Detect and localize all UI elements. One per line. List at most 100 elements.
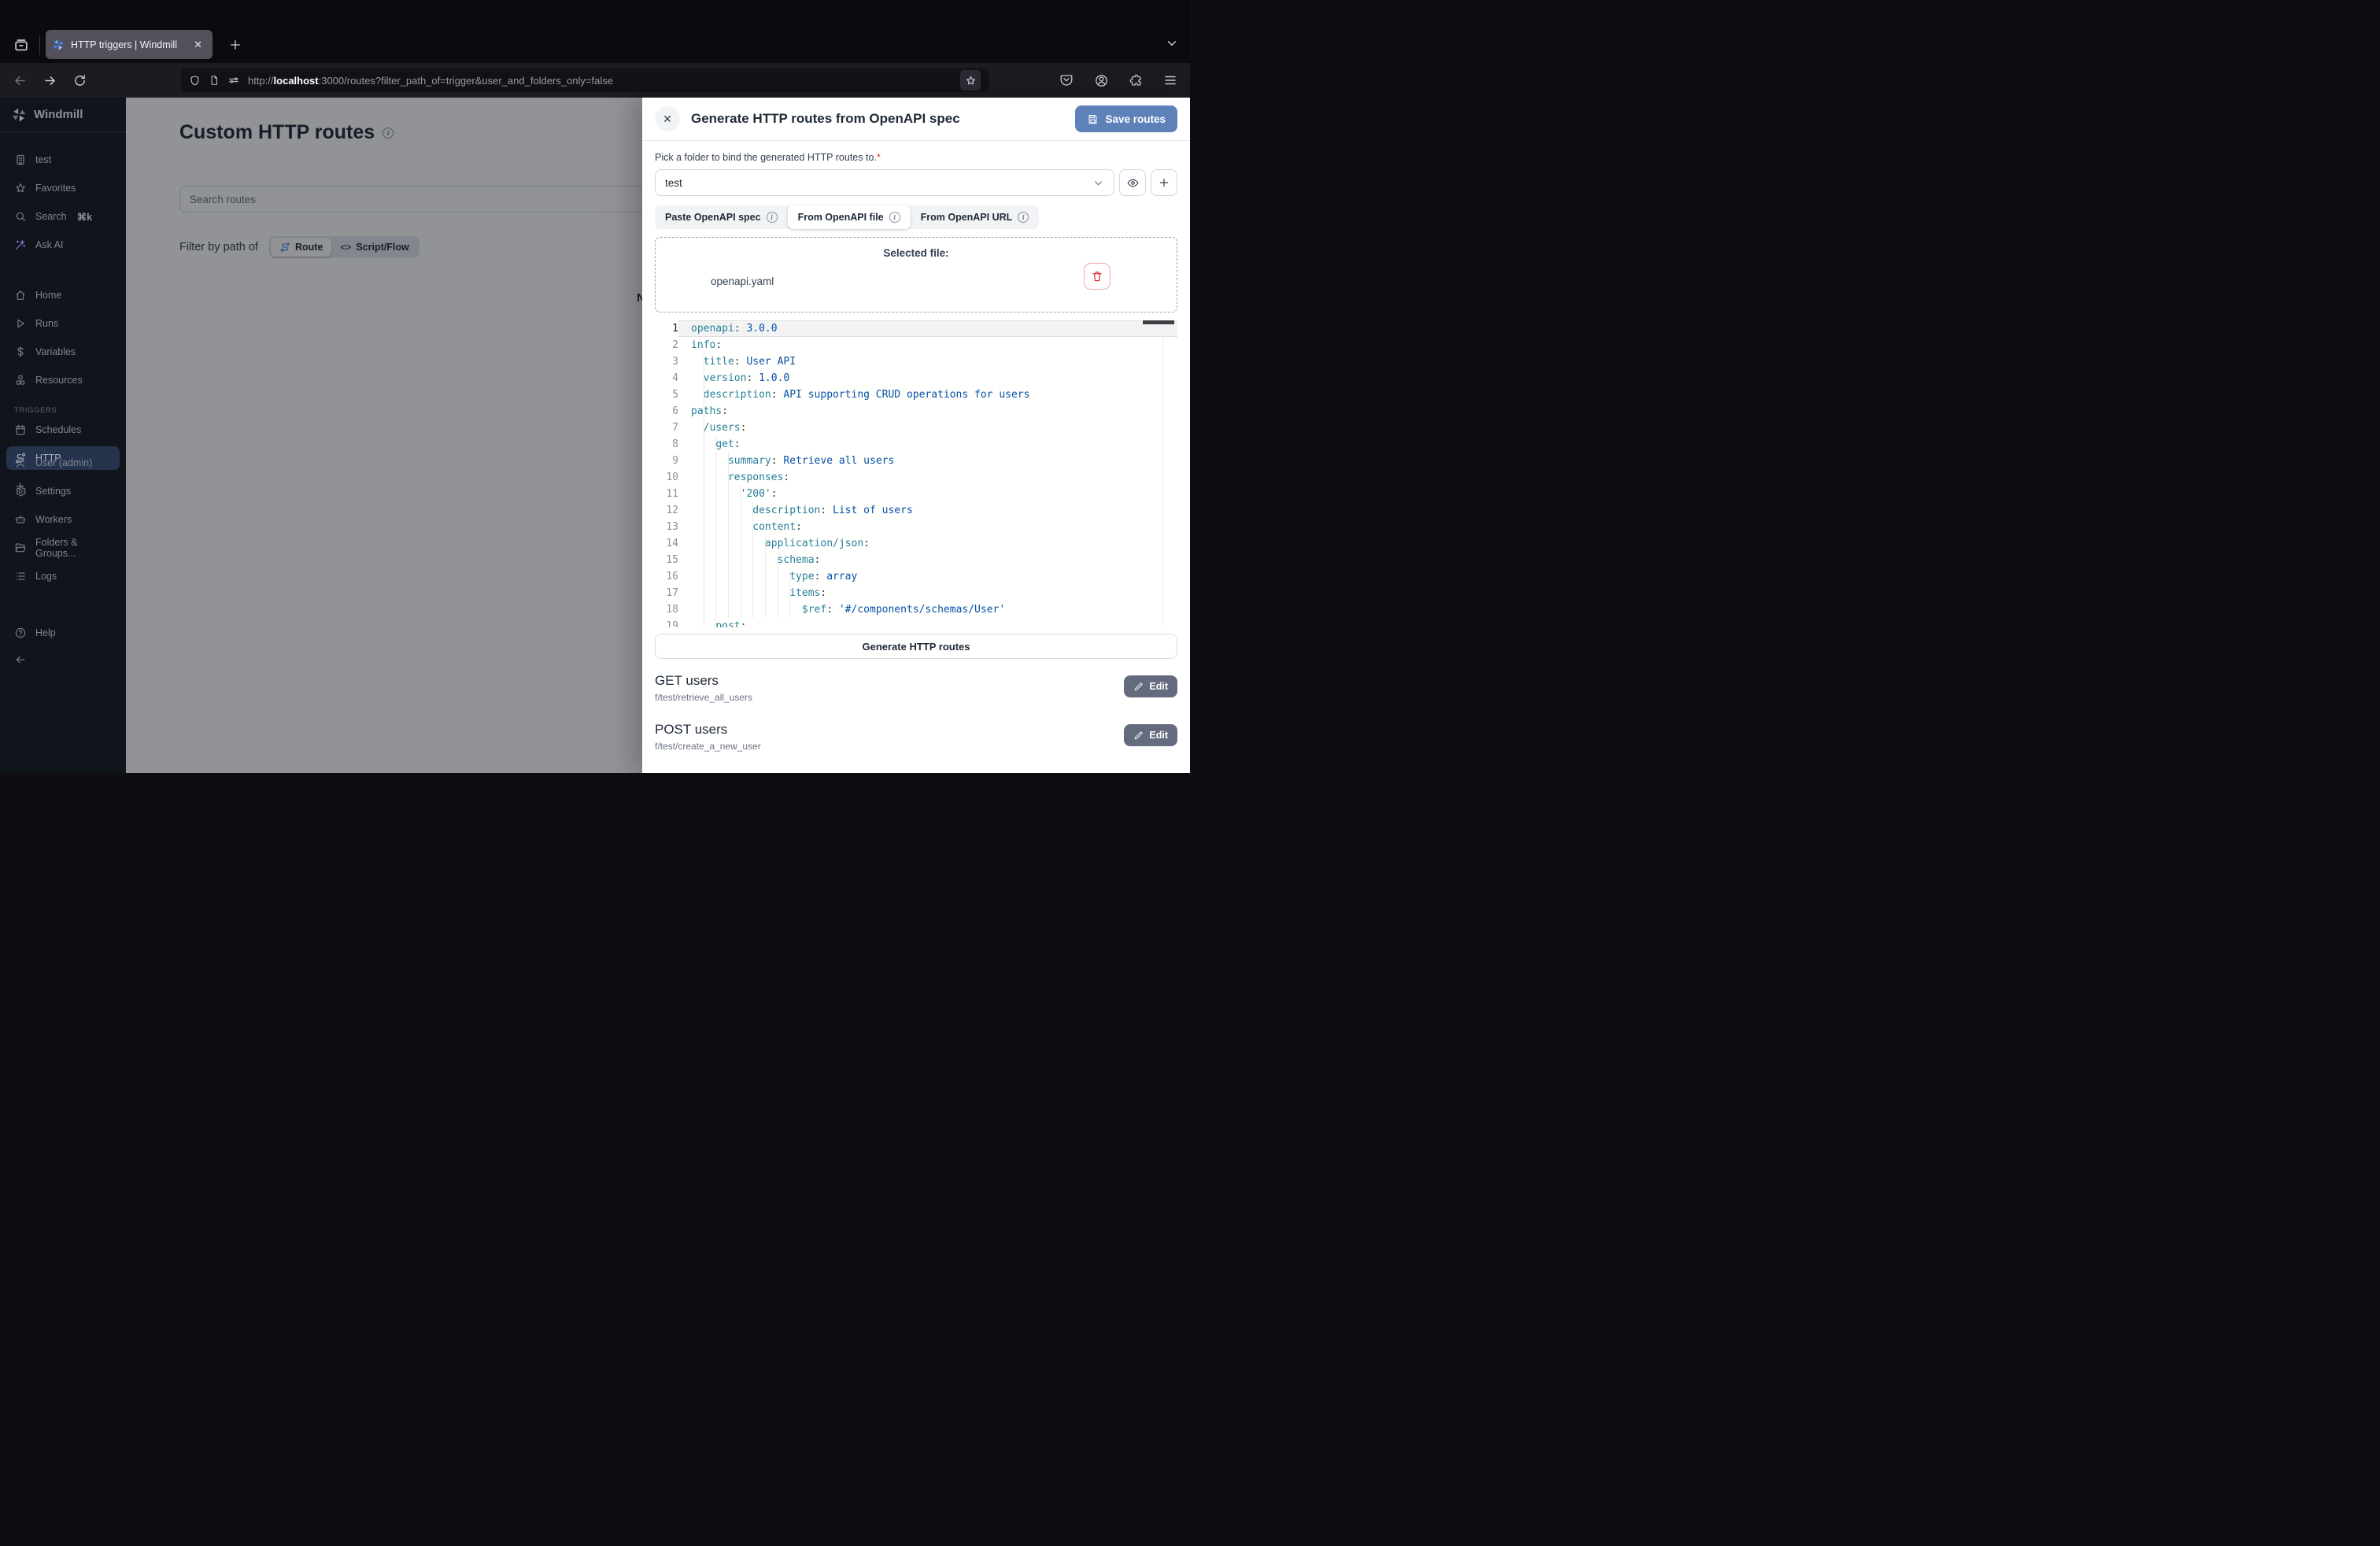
pocket-icon[interactable] [1055,68,1078,92]
code-line: get: [691,436,1177,453]
url-bar[interactable]: http://localhost:3000/routes?filter_path… [181,68,989,92]
edit-route-button[interactable]: Edit [1124,675,1177,697]
close-icon[interactable]: ✕ [655,106,680,131]
sidebar-item-label: Resources [35,375,83,386]
sidebar-item-folders-groups[interactable]: Folders & Groups... [6,536,120,560]
sidebar-item-favorites[interactable]: Favorites [6,176,120,200]
account-icon[interactable] [1089,68,1113,92]
reload-icon[interactable] [68,68,91,92]
line-number: 17 [655,585,678,601]
sidebar-item-variables[interactable]: Variables [6,340,120,364]
windmill-logo-icon [11,107,27,123]
menu-hamburger-icon[interactable] [1159,68,1182,92]
eye-icon [1126,176,1140,190]
sidebar-item-logs[interactable]: Logs [6,564,120,588]
tab-close-icon[interactable]: ✕ [190,37,206,53]
shield-icon[interactable] [189,75,201,87]
line-number: 5 [655,386,678,403]
url-text[interactable]: http://localhost:3000/routes?filter_path… [248,75,960,87]
info-icon[interactable]: i [1018,212,1029,223]
generate-routes-button[interactable]: Generate HTTP routes [655,634,1177,659]
sidebar-item-label: Runs [35,318,58,329]
line-number: 16 [655,568,678,585]
windmill-favicon [52,39,65,51]
sidebar-item-workers[interactable]: Workers [6,508,120,531]
tab-from-openapi-file[interactable]: From OpenAPI filei [788,205,911,229]
list-icon [14,570,27,583]
sidebar-item-home[interactable]: Home [6,283,120,307]
sidebar-item-schedules[interactable]: Schedules [6,418,120,442]
robot-icon [14,513,27,526]
sidebar-item-label: Help [35,627,56,638]
sidebar-item-workspace[interactable]: test [6,148,120,172]
tab-overview-icon[interactable] [9,33,33,57]
code-line: responses: [691,469,1177,486]
cubes-icon [14,374,27,386]
bookmark-star-icon[interactable] [960,70,981,91]
folder-select-value: test [665,177,682,189]
extensions-puzzle-icon[interactable] [1124,68,1148,92]
tab-from-openapi-url[interactable]: From OpenAPI URLi [911,205,1040,229]
sidebar-collapse-button[interactable] [6,648,120,671]
code-line: title: User API [691,353,1177,370]
building-icon [14,153,27,166]
route-path: f/test/retrieve_all_users [655,692,752,703]
star-icon [14,182,27,194]
gear-icon [14,485,27,497]
code-editor[interactable]: 12345678910111213141516171819 openapi: 3… [655,320,1177,627]
folder-icon [14,542,27,554]
sidebar-item-ask-ai[interactable]: Ask AI [6,233,120,257]
browser-toolbar: http://localhost:3000/routes?filter_path… [0,63,1190,98]
sidebar-item-label: Favorites [35,183,76,194]
code-line: version: 1.0.0 [691,370,1177,386]
save-routes-button[interactable]: Save routes [1075,105,1177,132]
code-line: type: array [691,568,1177,585]
forward-icon[interactable] [38,68,61,92]
page-info-icon[interactable] [209,75,220,86]
browser-tab[interactable]: HTTP triggers | Windmill ✕ [46,30,213,59]
line-number: 19 [655,618,678,627]
trash-icon [1091,270,1103,283]
sidebar-item-label: Variables [35,346,76,357]
edit-route-button[interactable]: Edit [1124,724,1177,746]
code-line: paths: [691,403,1177,420]
sidebar-item-runs[interactable]: Runs [6,312,120,335]
line-number: 1 [655,320,678,337]
info-icon[interactable]: i [767,212,778,223]
code-line: description: List of users [691,502,1177,519]
code-lines: openapi: 3.0.0info: title: User API vers… [691,320,1177,627]
workspace-brand[interactable]: Windmill [0,98,126,132]
sidebar-item-resources[interactable]: Resources [6,368,120,392]
code-line: '200': [691,486,1177,502]
remove-file-button[interactable] [1084,263,1111,290]
permissions-icon[interactable] [227,74,240,87]
preview-folder-button[interactable] [1119,169,1146,196]
info-icon[interactable]: i [889,212,900,223]
tab-paste-openapi-spec[interactable]: Paste OpenAPI speci [655,205,788,229]
new-tab-button[interactable] [225,35,246,55]
back-icon[interactable] [8,68,31,92]
editor-scrollbar[interactable] [1143,320,1174,324]
sidebar-item-label: Logs [35,571,57,582]
folder-select[interactable]: test [655,169,1114,196]
line-number: 8 [655,436,678,453]
chevron-down-icon [1092,177,1104,189]
route-name: GET users [655,673,752,689]
folder-field-label: Pick a folder to bind the generated HTTP… [655,152,1177,163]
line-number: 14 [655,535,678,552]
dollar-icon [14,346,27,358]
code-line: info: [691,337,1177,353]
line-number: 2 [655,337,678,353]
home-icon [14,289,27,301]
line-number: 3 [655,353,678,370]
search-icon [14,210,27,223]
add-folder-button[interactable] [1151,169,1177,196]
code-line: items: [691,585,1177,601]
sidebar-item-search[interactable]: Search ⌘k [6,205,120,228]
sidebar-item-settings[interactable]: Settings [6,479,120,503]
list-all-tabs-icon[interactable] [1165,36,1179,50]
header-divider [642,140,1190,141]
sidebar-item-help[interactable]: Help [6,621,120,645]
sidebar: Windmill test Favorites Search ⌘k Ask AI [0,98,126,773]
sidebar-item-user[interactable]: User (admin) [6,451,120,475]
